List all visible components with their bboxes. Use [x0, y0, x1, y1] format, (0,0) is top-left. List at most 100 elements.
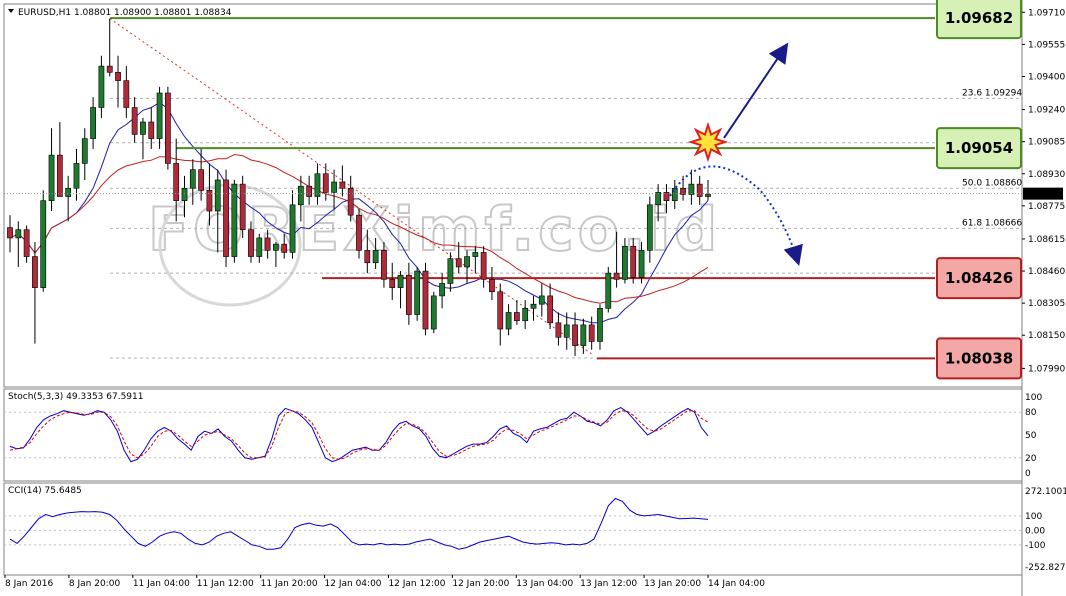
candle-body — [430, 295, 437, 330]
candle-body — [23, 229, 30, 257]
level-label: 1.08038 — [945, 349, 1013, 367]
current-price-label: 1.08834 — [1026, 190, 1063, 200]
candle-body — [472, 252, 479, 257]
price-tick-label: 1.09085 — [1028, 138, 1065, 148]
candle-body — [264, 237, 271, 251]
candle-body — [597, 308, 603, 342]
candle-body — [181, 187, 188, 201]
time-tick-label: 13 Jan 20:00 — [644, 579, 701, 589]
candle-body — [638, 250, 645, 278]
candle-body — [189, 169, 196, 189]
time-tick-label: 8 Jan 2016 — [5, 579, 53, 589]
candle-body — [613, 272, 620, 280]
candle-body — [439, 283, 445, 297]
candle-body — [289, 204, 296, 253]
cci-tick-label: 0.00 — [1025, 526, 1045, 536]
candle-body — [455, 258, 462, 268]
price-tick-label: 1.08150 — [1028, 331, 1065, 341]
candle-body — [198, 169, 204, 191]
price-tick-label: 1.08305 — [1028, 299, 1065, 309]
candle-body — [397, 274, 404, 288]
price-tick-label: 1.09240 — [1028, 106, 1065, 116]
time-tick-label: 12 Jan 12:00 — [388, 579, 445, 589]
trading-chart: 1.09710 1.09555 1.09400 1.09240 1.09085 1.089… — [0, 0, 1066, 596]
candle-body — [572, 324, 578, 346]
fibonacci-label: 61.8 1.08666 — [962, 218, 1022, 228]
candle-body — [81, 138, 88, 164]
candle-body — [7, 227, 13, 239]
price-tick-label: 1.08930 — [1028, 170, 1065, 180]
candle-body — [405, 274, 412, 315]
candle-body — [281, 243, 288, 253]
candle-body — [297, 185, 304, 206]
price-tick-label: 1.08615 — [1028, 235, 1065, 245]
candle-body — [538, 295, 545, 305]
level-label: 1.09054 — [945, 139, 1013, 157]
cci-tick-label: 100 — [1025, 512, 1042, 522]
price-tick-label: 1.08775 — [1028, 202, 1065, 212]
candle-body — [688, 183, 695, 195]
candle-body — [65, 187, 72, 197]
time-tick-label: 14 Jan 04:00 — [708, 579, 765, 589]
candle-body — [15, 229, 22, 239]
price-tick-label: 1.09555 — [1028, 40, 1065, 50]
panel-frame-3 — [3, 482, 1023, 576]
candle-body — [156, 92, 163, 139]
candle-body — [115, 72, 121, 81]
fibonacci-label: 23.6 1.09294 — [962, 88, 1022, 98]
candle-body — [223, 179, 229, 257]
candle-body — [372, 250, 379, 264]
candle-body — [389, 279, 396, 288]
candle-body — [514, 312, 520, 322]
candle-body — [165, 92, 171, 164]
candle-body — [530, 303, 537, 309]
candle-body — [148, 121, 155, 139]
price-tick-label: 1.09710 — [1028, 8, 1065, 18]
candle-body — [306, 185, 313, 197]
candle-body — [414, 270, 421, 315]
candle-body — [505, 312, 512, 330]
candle-body — [680, 187, 686, 195]
candle-body — [630, 245, 637, 278]
time-tick-label: 11 Jan 12:00 — [197, 579, 254, 589]
candle-body — [98, 65, 105, 108]
candle-body — [331, 181, 337, 193]
stoch-tick-label: 0 — [1025, 469, 1031, 479]
candle-body — [580, 324, 587, 346]
candle-body — [563, 324, 570, 338]
chart-title: EURUSD,H1 1.08801 1.08900 1.08801 1.0883… — [18, 8, 232, 18]
stoch-tick-label: 50 — [1025, 431, 1037, 441]
candle-body — [140, 121, 146, 135]
candle-body — [239, 183, 246, 230]
candle-body — [231, 183, 238, 257]
candle-body — [555, 322, 562, 338]
candle-body — [489, 279, 495, 293]
candle-body — [123, 80, 130, 108]
candle-body — [73, 163, 80, 189]
candle-body — [322, 173, 329, 193]
candle-body — [464, 256, 470, 268]
time-tick-label: 12 Jan 20:00 — [452, 579, 509, 589]
candle-body — [106, 65, 113, 73]
candle-body — [248, 229, 254, 257]
level-label: 1.08426 — [945, 269, 1013, 287]
candle-body — [422, 270, 429, 330]
cci-tick-label: -252.8277 — [1025, 563, 1066, 573]
candle-body — [173, 163, 180, 201]
time-tick-label: 12 Jan 04:00 — [325, 579, 382, 589]
candle-body — [588, 324, 595, 342]
time-tick-label: 13 Jan 12:00 — [580, 579, 637, 589]
candle-body — [273, 243, 279, 251]
stoch-tick-label: 20 — [1025, 454, 1037, 464]
candle-body — [256, 237, 263, 257]
time-tick-label: 13 Jan 04:00 — [516, 579, 573, 589]
candle-body — [705, 194, 711, 197]
stoch-title: Stoch(5,3,3) 49.3353 67.5911 — [8, 392, 143, 402]
cci-tick-label: -100 — [1025, 541, 1046, 551]
fibonacci-label: 50.0 1.08860 — [962, 178, 1022, 188]
candle-body — [655, 192, 662, 206]
stoch-tick-label: 100 — [1025, 393, 1042, 403]
cci-title: CCI(14) 75.6485 — [8, 486, 82, 496]
candle-body — [314, 173, 321, 197]
candle-body — [364, 250, 371, 264]
